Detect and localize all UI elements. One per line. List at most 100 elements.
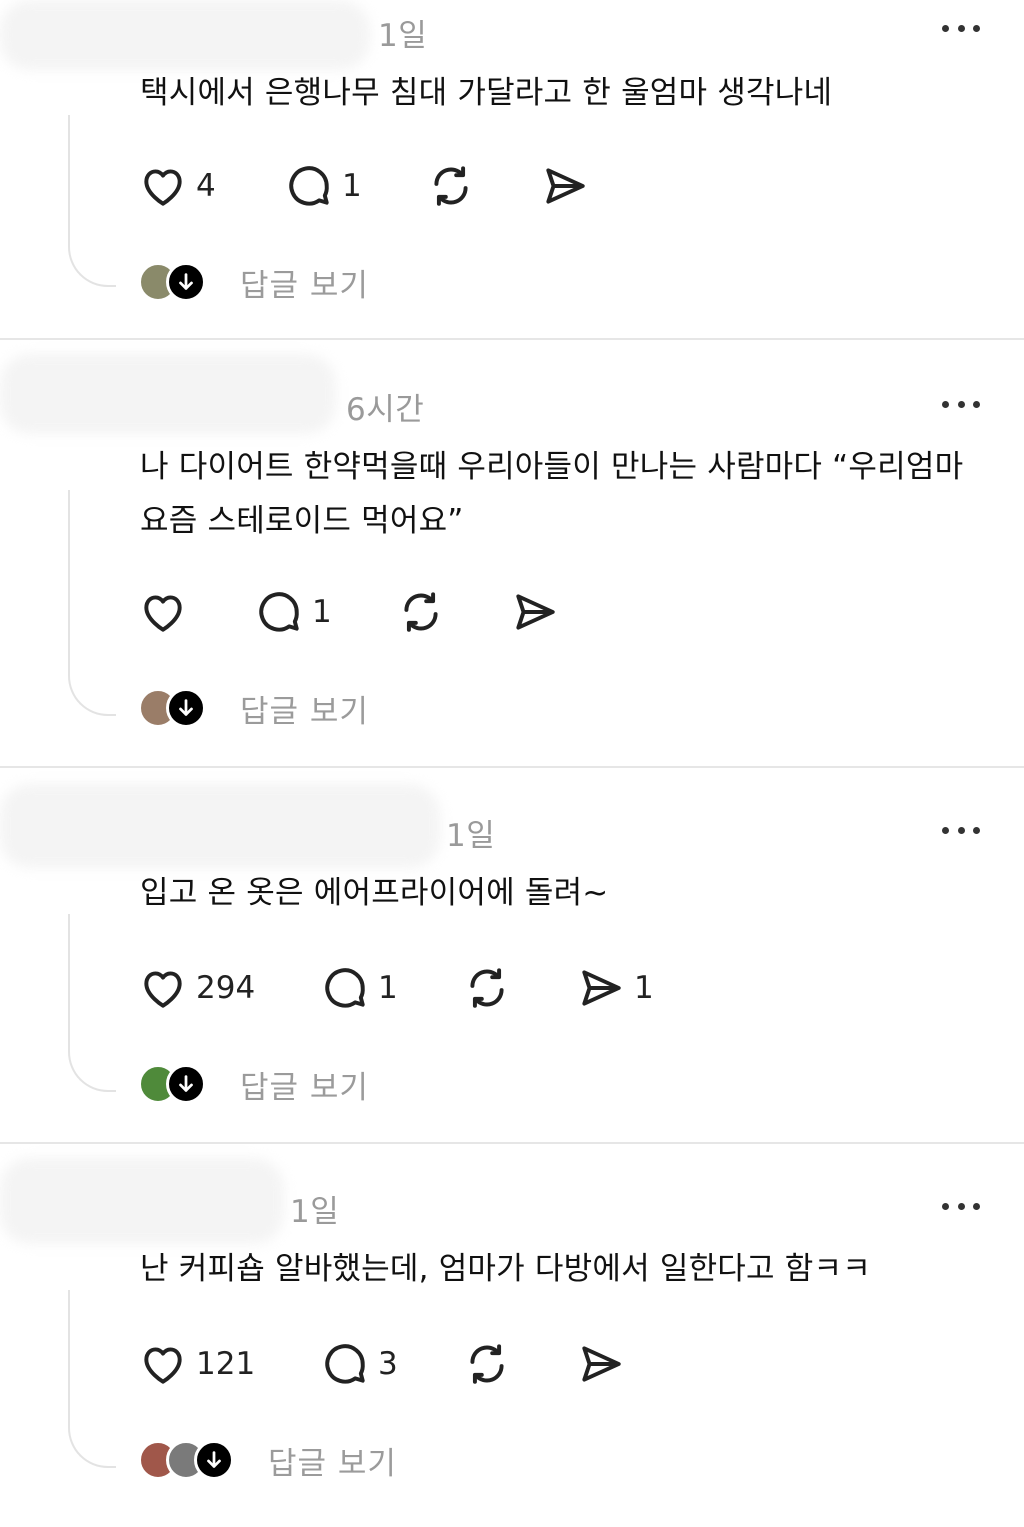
more-options-button[interactable] <box>942 1196 980 1216</box>
comment-count: 1 <box>342 168 362 204</box>
view-replies-button[interactable]: 답글 보기 <box>138 1062 369 1106</box>
more-dot-icon <box>973 400 980 408</box>
more-dot-icon <box>942 826 949 834</box>
avatar-more <box>166 688 206 728</box>
view-replies-label: 답글 보기 <box>240 693 369 730</box>
repost-button[interactable] <box>426 161 540 211</box>
post-text: 나 다이어트 한약먹을때 우리아들이 만나는 사람마다 “우리엄마 요즘 스테로… <box>140 449 964 539</box>
heart-icon <box>144 169 182 206</box>
more-dot-icon <box>942 24 949 32</box>
more-dot-icon <box>973 1202 980 1210</box>
comment-bubble-icon <box>289 166 329 206</box>
reply-avatars <box>138 1064 206 1104</box>
share-count: 1 <box>634 970 654 1006</box>
share-button[interactable] <box>510 587 568 637</box>
more-dot-icon <box>957 826 965 834</box>
send-icon <box>546 168 585 204</box>
comment-post: 1일 택시에서 은행나무 침대 가달라고 한 울엄마 생각나네 4 1 답글 보… <box>0 0 1024 340</box>
view-replies-label: 답글 보기 <box>240 1069 369 1106</box>
action-bar: 1 <box>138 586 568 638</box>
post-timestamp: 1일 <box>290 1194 340 1230</box>
thread-feed: 1일 택시에서 은행나무 침대 가달라고 한 울엄마 생각나네 4 1 답글 보… <box>0 0 1024 1527</box>
thread-line <box>68 490 116 716</box>
comment-button[interactable]: 1 <box>254 587 396 637</box>
thread-line <box>68 115 116 287</box>
comment-button[interactable]: 1 <box>320 963 462 1013</box>
redacted-username <box>0 0 370 70</box>
view-replies-label: 답글 보기 <box>268 1445 397 1482</box>
send-icon <box>516 594 555 630</box>
comment-post: 1일 입고 온 옷은 에어프라이어에 돌려~ 294 1 1 답글 보기 <box>0 768 1024 1144</box>
comment-post: 1일 난 커피숍 알바했는데, 엄마가 다방에서 일한다고 함ㅋㅋ 121 3 <box>0 1144 1024 1527</box>
send-icon <box>582 970 621 1006</box>
repost-button[interactable] <box>462 1339 576 1389</box>
view-replies-label: 답글 보기 <box>240 267 369 304</box>
like-button[interactable]: 121 <box>138 1339 320 1389</box>
heart-icon <box>144 1347 182 1384</box>
comment-button[interactable]: 1 <box>284 161 426 211</box>
post-timestamp: 1일 <box>446 818 496 854</box>
comment-bubble-icon <box>325 1344 365 1384</box>
more-options-button[interactable] <box>942 394 980 414</box>
thread-line <box>68 914 116 1092</box>
avatar-more <box>194 1440 234 1480</box>
post-text: 난 커피숍 알바했는데, 엄마가 다방에서 일한다고 함ㅋㅋ <box>140 1251 871 1287</box>
more-dot-icon <box>957 400 965 408</box>
like-button[interactable] <box>138 587 254 637</box>
share-button[interactable] <box>540 161 598 211</box>
redacted-username <box>0 354 336 434</box>
comment-count: 1 <box>378 970 398 1006</box>
comment-bubble-icon <box>325 968 365 1008</box>
share-button[interactable] <box>576 1339 634 1389</box>
reply-avatars <box>138 262 206 302</box>
post-timestamp: 6시간 <box>346 392 425 428</box>
action-bar: 294 1 1 <box>138 962 654 1014</box>
reply-avatars <box>138 688 206 728</box>
repost-button[interactable] <box>462 963 576 1013</box>
download-arrow-icon <box>179 1075 193 1092</box>
redacted-username <box>0 1158 284 1244</box>
avatar-more <box>166 1064 206 1104</box>
more-options-button[interactable] <box>942 820 980 840</box>
post-text: 입고 온 옷은 에어프라이어에 돌려~ <box>140 875 609 911</box>
like-count: 4 <box>196 168 216 204</box>
send-icon <box>582 1346 621 1382</box>
more-dot-icon <box>957 24 965 32</box>
like-button[interactable]: 294 <box>138 963 320 1013</box>
comment-button[interactable]: 3 <box>320 1339 462 1389</box>
more-dot-icon <box>942 1202 949 1210</box>
comment-bubble-icon <box>259 592 299 632</box>
repost-icon <box>470 1344 504 1384</box>
like-count: 121 <box>196 1346 256 1382</box>
avatar-more <box>166 262 206 302</box>
post-timestamp: 1일 <box>378 18 428 54</box>
heart-icon <box>144 971 182 1008</box>
download-arrow-icon <box>179 273 193 290</box>
action-bar: 4 1 <box>138 160 598 212</box>
like-button[interactable]: 4 <box>138 161 284 211</box>
more-dot-icon <box>957 1202 965 1210</box>
share-button[interactable]: 1 <box>576 963 654 1013</box>
repost-icon <box>470 968 504 1008</box>
heart-icon <box>144 595 182 632</box>
view-replies-button[interactable]: 답글 보기 <box>138 686 369 730</box>
more-dot-icon <box>973 826 980 834</box>
repost-icon <box>404 592 438 632</box>
download-arrow-icon <box>207 1451 221 1468</box>
download-arrow-icon <box>179 699 193 716</box>
repost-icon <box>434 166 468 206</box>
view-replies-button[interactable]: 답글 보기 <box>138 260 369 304</box>
more-dot-icon <box>973 24 980 32</box>
post-text: 택시에서 은행나무 침대 가달라고 한 울엄마 생각나네 <box>140 75 833 111</box>
redacted-username <box>0 784 440 868</box>
comment-count: 1 <box>312 594 332 630</box>
comment-count: 3 <box>378 1346 398 1382</box>
action-bar: 121 3 <box>138 1338 634 1390</box>
thread-line <box>68 1290 116 1468</box>
comment-post: 6시간 나 다이어트 한약먹을때 우리아들이 만나는 사람마다 “우리엄마 요즘… <box>0 340 1024 768</box>
more-options-button[interactable] <box>942 18 980 38</box>
reply-avatars <box>138 1440 234 1480</box>
like-count: 294 <box>196 970 256 1006</box>
view-replies-button[interactable]: 답글 보기 <box>138 1438 397 1482</box>
repost-button[interactable] <box>396 587 510 637</box>
